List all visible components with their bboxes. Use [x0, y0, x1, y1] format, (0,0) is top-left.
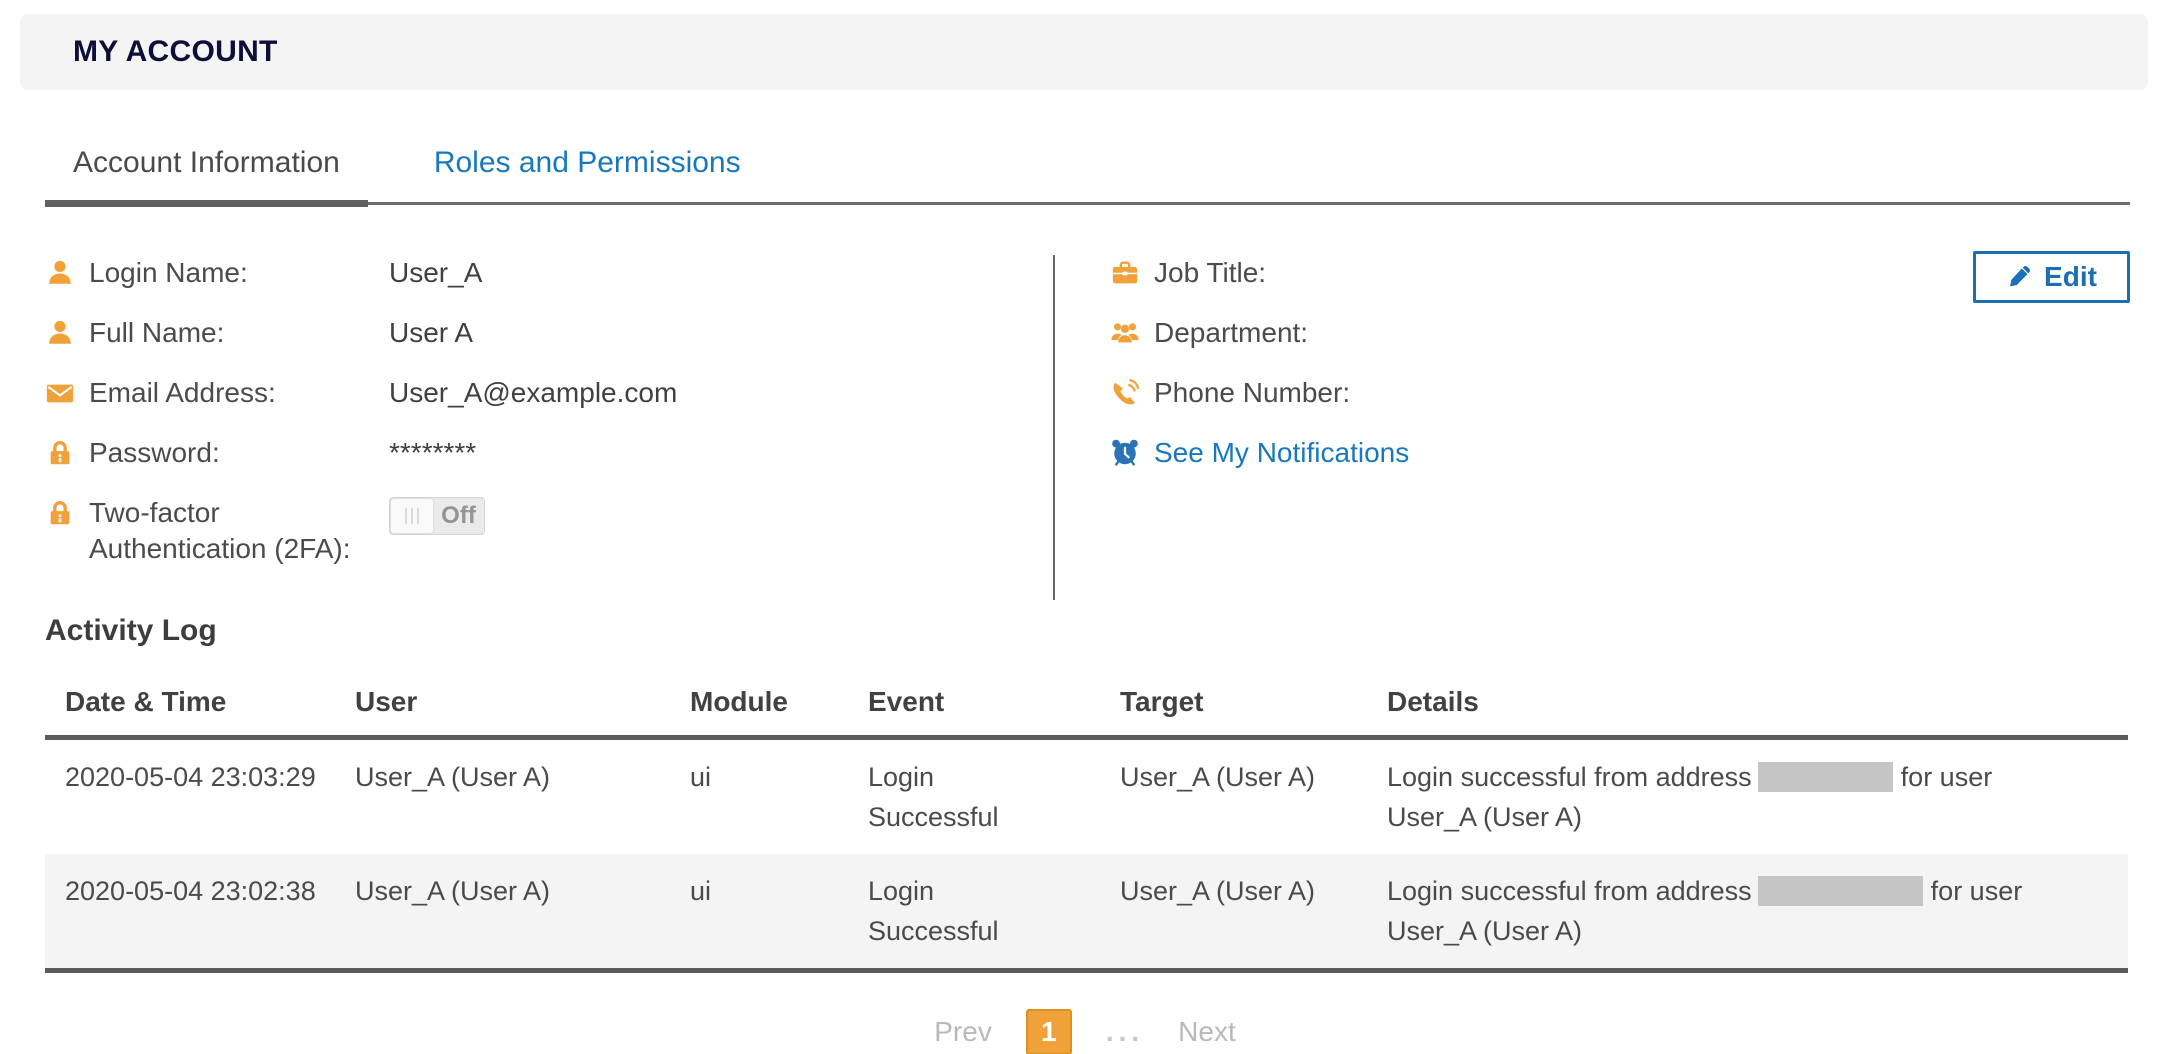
cell-target: User_A (User A): [1120, 738, 1387, 855]
password-masked-value: ********: [389, 435, 476, 471]
activity-log-table: Date & Time User Module Event Target Det…: [45, 672, 2128, 973]
field-department: Department:: [1110, 315, 2130, 351]
account-fields-left: Login Name: User_A Full Name: User A Ema…: [45, 249, 1053, 600]
edit-button-label: Edit: [2044, 261, 2097, 293]
column-header-details: Details: [1387, 672, 2128, 738]
page-title: MY ACCOUNT: [73, 35, 278, 69]
toggle-state-label: Off: [433, 498, 484, 534]
table-header-row: Date & Time User Module Event Target Det…: [45, 672, 2128, 738]
column-header-target: Target: [1120, 672, 1387, 738]
user-icon: [45, 258, 75, 288]
page-header: MY ACCOUNT: [20, 14, 2148, 90]
cell-target: User_A (User A): [1120, 854, 1387, 971]
lock-icon: [45, 438, 75, 468]
pagination-next-button[interactable]: Next: [1178, 1016, 1236, 1048]
briefcase-icon: [1110, 258, 1140, 288]
tab-account-information[interactable]: Account Information: [45, 146, 368, 202]
field-full-name: Full Name: User A: [45, 315, 1053, 351]
field-label: Password:: [89, 435, 389, 471]
see-my-notifications-link[interactable]: See My Notifications: [1154, 435, 1409, 471]
redacted-address-box: [1758, 762, 1893, 792]
lock-icon: [45, 498, 75, 528]
cell-datetime: 2020-05-04 23:02:38: [45, 854, 355, 971]
column-header-datetime: Date & Time: [45, 672, 355, 738]
login-name-value: User_A: [389, 255, 482, 291]
toggle-knob: [391, 499, 433, 533]
full-name-value: User A: [389, 315, 473, 351]
cell-user: User_A (User A): [355, 854, 690, 971]
pagination-prev-button[interactable]: Prev: [934, 1016, 992, 1048]
field-label: Job Title:: [1154, 255, 1454, 291]
field-email-address: Email Address: User_A@example.com: [45, 375, 1053, 411]
field-label: Login Name:: [89, 255, 389, 291]
department-icon: [1110, 318, 1140, 348]
pagination-ellipsis: ...: [1106, 1016, 1144, 1048]
account-information-panel: Login Name: User_A Full Name: User A Ema…: [45, 249, 2130, 600]
two-factor-toggle-wrap: Off: [389, 495, 485, 535]
user-icon: [45, 318, 75, 348]
tab-roles-and-permissions[interactable]: Roles and Permissions: [406, 146, 769, 202]
activity-log-title: Activity Log: [45, 614, 2170, 648]
pagination: Prev 1 ... Next: [0, 1009, 2170, 1054]
phone-icon: [1110, 378, 1140, 408]
email-address-value: User_A@example.com: [389, 375, 677, 411]
two-factor-toggle[interactable]: Off: [389, 497, 485, 535]
cell-datetime: 2020-05-04 23:03:29: [45, 738, 355, 855]
field-two-factor-authentication: Two-factor Authentication (2FA): Off: [45, 495, 1053, 567]
field-label: Two-factor Authentication (2FA):: [89, 495, 389, 567]
field-label: Full Name:: [89, 315, 389, 351]
redacted-address-box: [1758, 876, 1923, 906]
cell-details: Login successful from addressfor user Us…: [1387, 854, 2128, 971]
account-fields-right: Job Title: Department: Phone Number: See…: [1055, 249, 2130, 600]
alarm-clock-icon: [1110, 438, 1140, 468]
table-row: 2020-05-04 23:02:38 User_A (User A) ui L…: [45, 854, 2128, 971]
mail-icon: [45, 378, 75, 408]
cell-module: ui: [690, 738, 868, 855]
cell-user: User_A (User A): [355, 738, 690, 855]
column-header-event: Event: [868, 672, 1120, 738]
table-row: 2020-05-04 23:03:29 User_A (User A) ui L…: [45, 738, 2128, 855]
tab-bar: Account Information Roles and Permission…: [45, 146, 2130, 205]
cell-module: ui: [690, 854, 868, 971]
column-header-module: Module: [690, 672, 868, 738]
pencil-icon: [2006, 264, 2032, 290]
field-login-name: Login Name: User_A: [45, 255, 1053, 291]
field-label: Email Address:: [89, 375, 389, 411]
field-label: Phone Number:: [1154, 375, 1454, 411]
field-label: Department:: [1154, 315, 1454, 351]
cell-event: Login Successful: [868, 854, 1120, 971]
cell-details: Login successful from addressfor user Us…: [1387, 738, 2128, 855]
field-password: Password: ********: [45, 435, 1053, 471]
field-notifications: See My Notifications: [1110, 435, 2130, 471]
field-phone-number: Phone Number:: [1110, 375, 2130, 411]
pagination-page-1-button[interactable]: 1: [1026, 1009, 1072, 1054]
cell-event: Login Successful: [868, 738, 1120, 855]
column-header-user: User: [355, 672, 690, 738]
edit-button[interactable]: Edit: [1973, 251, 2130, 303]
